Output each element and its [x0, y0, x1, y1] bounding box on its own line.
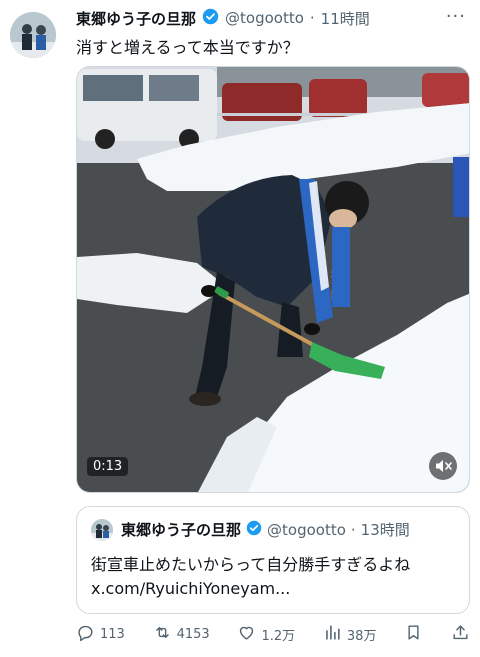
quote-author-name: 東郷ゆう子の旦那 — [121, 521, 242, 539]
video-player[interactable]: 米山隆 0:13 — [76, 66, 470, 493]
quote-header: 東郷ゆう子の旦那 @togootto · 13時間 — [121, 519, 410, 540]
tweet-time[interactable]: 11時間 — [321, 8, 370, 29]
repost-button[interactable]: 4153 — [153, 623, 210, 646]
video-frame: 米山隆 — [77, 67, 469, 492]
like-icon — [237, 623, 256, 646]
author-handle[interactable]: @togootto — [225, 9, 304, 27]
quote-time: 13時間 — [360, 521, 410, 539]
quote-separator-dot: · — [350, 520, 356, 539]
quote-text-line: 街宣車止めたいからって自分勝手すぎるよね — [91, 555, 411, 574]
like-button[interactable]: 1.2万 — [237, 623, 295, 646]
bookmark-button[interactable] — [404, 623, 423, 646]
video-duration: 0:13 — [87, 457, 129, 476]
quote-text: 街宣車止めたいからって自分勝手すぎるよね x.com/RyuichiYoneya… — [91, 553, 410, 601]
reply-button[interactable]: 113 — [76, 623, 125, 646]
views-count: 38万 — [346, 628, 377, 644]
separator-dot: · — [309, 9, 315, 27]
reply-icon — [76, 623, 95, 646]
bookmark-icon — [404, 623, 423, 646]
views-button[interactable]: 38万 — [323, 623, 377, 646]
quote-author-handle: @togootto — [267, 520, 346, 539]
repost-count: 4153 — [176, 626, 210, 642]
like-count: 1.2万 — [261, 628, 296, 644]
verified-badge-icon — [202, 8, 219, 29]
quote-link[interactable]: x.com/RyuichiYoneyam... — [91, 577, 410, 601]
author-avatar[interactable] — [10, 12, 56, 58]
share-button[interactable] — [451, 623, 470, 646]
avatar-image — [10, 12, 56, 58]
more-icon[interactable]: ··· — [446, 6, 466, 27]
author-name[interactable]: 東郷ゆう子の旦那 — [76, 8, 196, 29]
mute-icon[interactable] — [429, 452, 457, 480]
quote-verified-badge-icon — [246, 520, 262, 540]
quoted-tweet[interactable]: 東郷ゆう子の旦那 @togootto · 13時間 街宣車止めたいからって自分勝… — [76, 506, 470, 614]
share-icon — [451, 623, 470, 646]
tweet-text: 消すと増えるって本当ですか？ — [76, 38, 299, 57]
reply-count: 113 — [100, 626, 125, 642]
repost-icon — [153, 623, 172, 646]
tweet-header: 東郷ゆう子の旦那 @togootto · 11時間 — [76, 6, 464, 30]
views-icon — [323, 623, 342, 646]
action-bar: 113 4153 1.2万 38万 — [76, 620, 470, 648]
quote-author-avatar — [91, 519, 113, 541]
